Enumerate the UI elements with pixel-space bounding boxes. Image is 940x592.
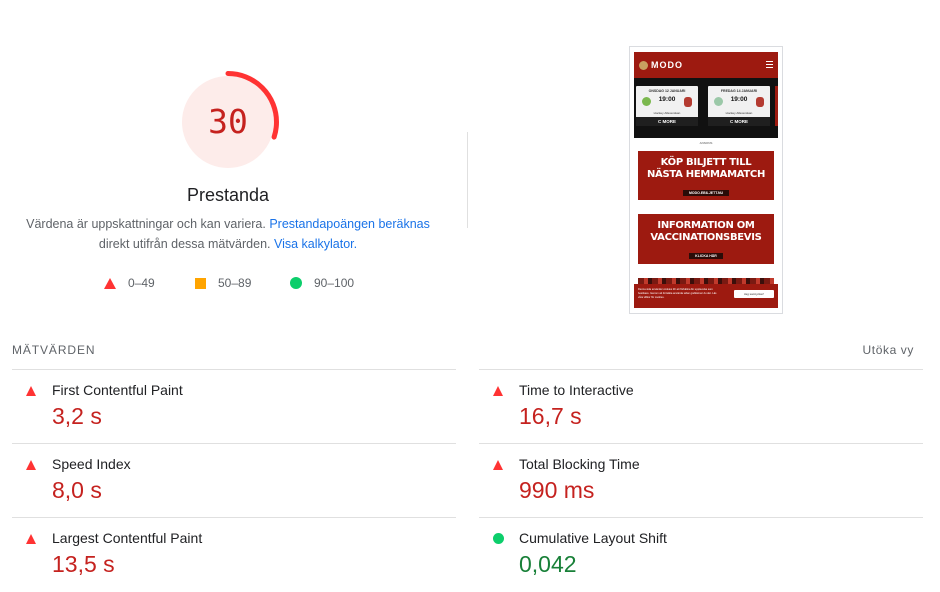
- metric-name: Time to Interactive: [519, 382, 634, 398]
- score-value: 30: [208, 102, 248, 141]
- metric-value: 990 ms: [519, 477, 595, 503]
- page-screenshot: MODO ONSDAG 12 JANUARI 19:00 Hockey Alls…: [629, 46, 783, 314]
- banner-line: VACCINATIONSBEVIS: [650, 232, 762, 243]
- banner-line: INFORMATION OM: [657, 220, 755, 231]
- score-legend: 0–49 50–89 90–100: [100, 274, 380, 292]
- vertical-divider: [467, 132, 468, 228]
- score-calculation-link[interactable]: Prestandapoängen beräknas: [269, 217, 430, 231]
- triangle-icon: [104, 277, 116, 289]
- metric-largest-contentful-paint: Largest Contentful Paint 13,5 s: [12, 518, 456, 592]
- fail-triangle-icon: [26, 386, 36, 396]
- description-line2: direkt utifrån dessa mätvärden.: [98, 237, 274, 251]
- fail-triangle-icon: [26, 534, 36, 544]
- game-date: FREDAG 14 JANUARI: [720, 89, 758, 93]
- metric-time-to-interactive: Time to Interactive 16,7 s: [479, 370, 923, 444]
- legend-range: 90–100: [314, 276, 355, 290]
- game-card: FREDAG 14 JANUARI 19:00 Hockey Allsvensk…: [708, 86, 770, 126]
- stream-label: C MORE: [708, 117, 770, 126]
- metric-name: Total Blocking Time: [519, 456, 640, 472]
- pass-circle-icon: [493, 533, 504, 544]
- fail-triangle-icon: [26, 460, 36, 470]
- metrics-heading: MÄTVÄRDEN: [12, 343, 96, 357]
- banner-pill: KLICKA HÄR: [689, 253, 723, 259]
- metric-value: 16,7 s: [519, 403, 582, 429]
- banner-line: NÄSTA HEMMAMATCH: [646, 169, 766, 180]
- ticket-banner: KÖP BILJETT TILL NÄSTA HEMMAMATCH MODO.E…: [638, 151, 774, 200]
- score-description: Värdena är uppskattningar och kan varier…: [20, 214, 436, 254]
- circle-icon: [290, 277, 302, 289]
- metric-name: Largest Contentful Paint: [52, 530, 203, 546]
- game-date: ONSDAG 12 JANUARI: [648, 89, 686, 93]
- description-text: Värdena är uppskattningar och kan varier…: [26, 217, 270, 231]
- hamburger-menu-icon: [766, 61, 773, 70]
- expand-view-button[interactable]: Utöka vy: [848, 343, 914, 357]
- square-icon: [195, 277, 206, 289]
- game-league: Hockey Allsvenskan: [725, 111, 753, 115]
- vaccination-banner: INFORMATION OM VACCINATIONSBEVIS KLICKA …: [638, 214, 774, 264]
- site-header: MODO: [634, 52, 778, 78]
- legend-range: 0–49: [128, 276, 155, 290]
- site-brand: MODO: [651, 60, 683, 70]
- metric-value: 0,042: [519, 551, 577, 577]
- cookie-accept-button: Jag samtycker!: [734, 290, 774, 298]
- next-card-edge: [775, 86, 778, 126]
- metric-name: Speed Index: [52, 456, 131, 472]
- game-league: Hockey Allsvenskan: [653, 111, 681, 115]
- logo-icon: [639, 60, 648, 70]
- metric-value: 13,5 s: [52, 551, 115, 577]
- score-title: Prestanda: [186, 185, 270, 205]
- site-logo: MODO: [639, 59, 683, 71]
- legend-pass: 90–100: [290, 274, 354, 292]
- metric-value: 8,0 s: [52, 477, 102, 503]
- metric-name: Cumulative Layout Shift: [519, 530, 667, 546]
- ad-label: ANNONS: [699, 141, 713, 145]
- game-card: ONSDAG 12 JANUARI 19:00 Hockey Allsvensk…: [636, 86, 698, 126]
- metric-cumulative-layout-shift: Cumulative Layout Shift 0,042: [479, 518, 923, 592]
- legend-range: 50–89: [218, 276, 252, 290]
- fail-triangle-icon: [493, 460, 503, 470]
- metric-first-contentful-paint: First Contentful Paint 3,2 s: [12, 370, 456, 444]
- team-logo-icon: [756, 97, 764, 107]
- cookie-text: Denna sida använder cookies för att förb…: [638, 288, 717, 299]
- metric-total-blocking-time: Total Blocking Time 990 ms: [479, 444, 923, 518]
- cookie-bar: Denna sida använder cookies för att förb…: [634, 284, 778, 308]
- stream-label: C MORE: [636, 117, 698, 126]
- metric-speed-index: Speed Index 8,0 s: [12, 444, 456, 518]
- legend-average: 50–89: [195, 274, 251, 292]
- games-strip: ONSDAG 12 JANUARI 19:00 Hockey Allsvensk…: [634, 78, 778, 138]
- legend-fail: 0–49: [104, 274, 155, 292]
- metric-value: 3,2 s: [52, 403, 102, 429]
- fail-triangle-icon: [493, 386, 503, 396]
- team-logo-icon: [684, 97, 692, 107]
- view-calculator-link[interactable]: Visa kalkylator.: [274, 237, 357, 251]
- screenshot-viewport: MODO ONSDAG 12 JANUARI 19:00 Hockey Alls…: [634, 52, 778, 308]
- metric-name: First Contentful Paint: [52, 382, 183, 398]
- banner-line: KÖP BILJETT TILL: [660, 157, 752, 168]
- banner-pill: MODO.EBILJETT.NU: [682, 190, 730, 196]
